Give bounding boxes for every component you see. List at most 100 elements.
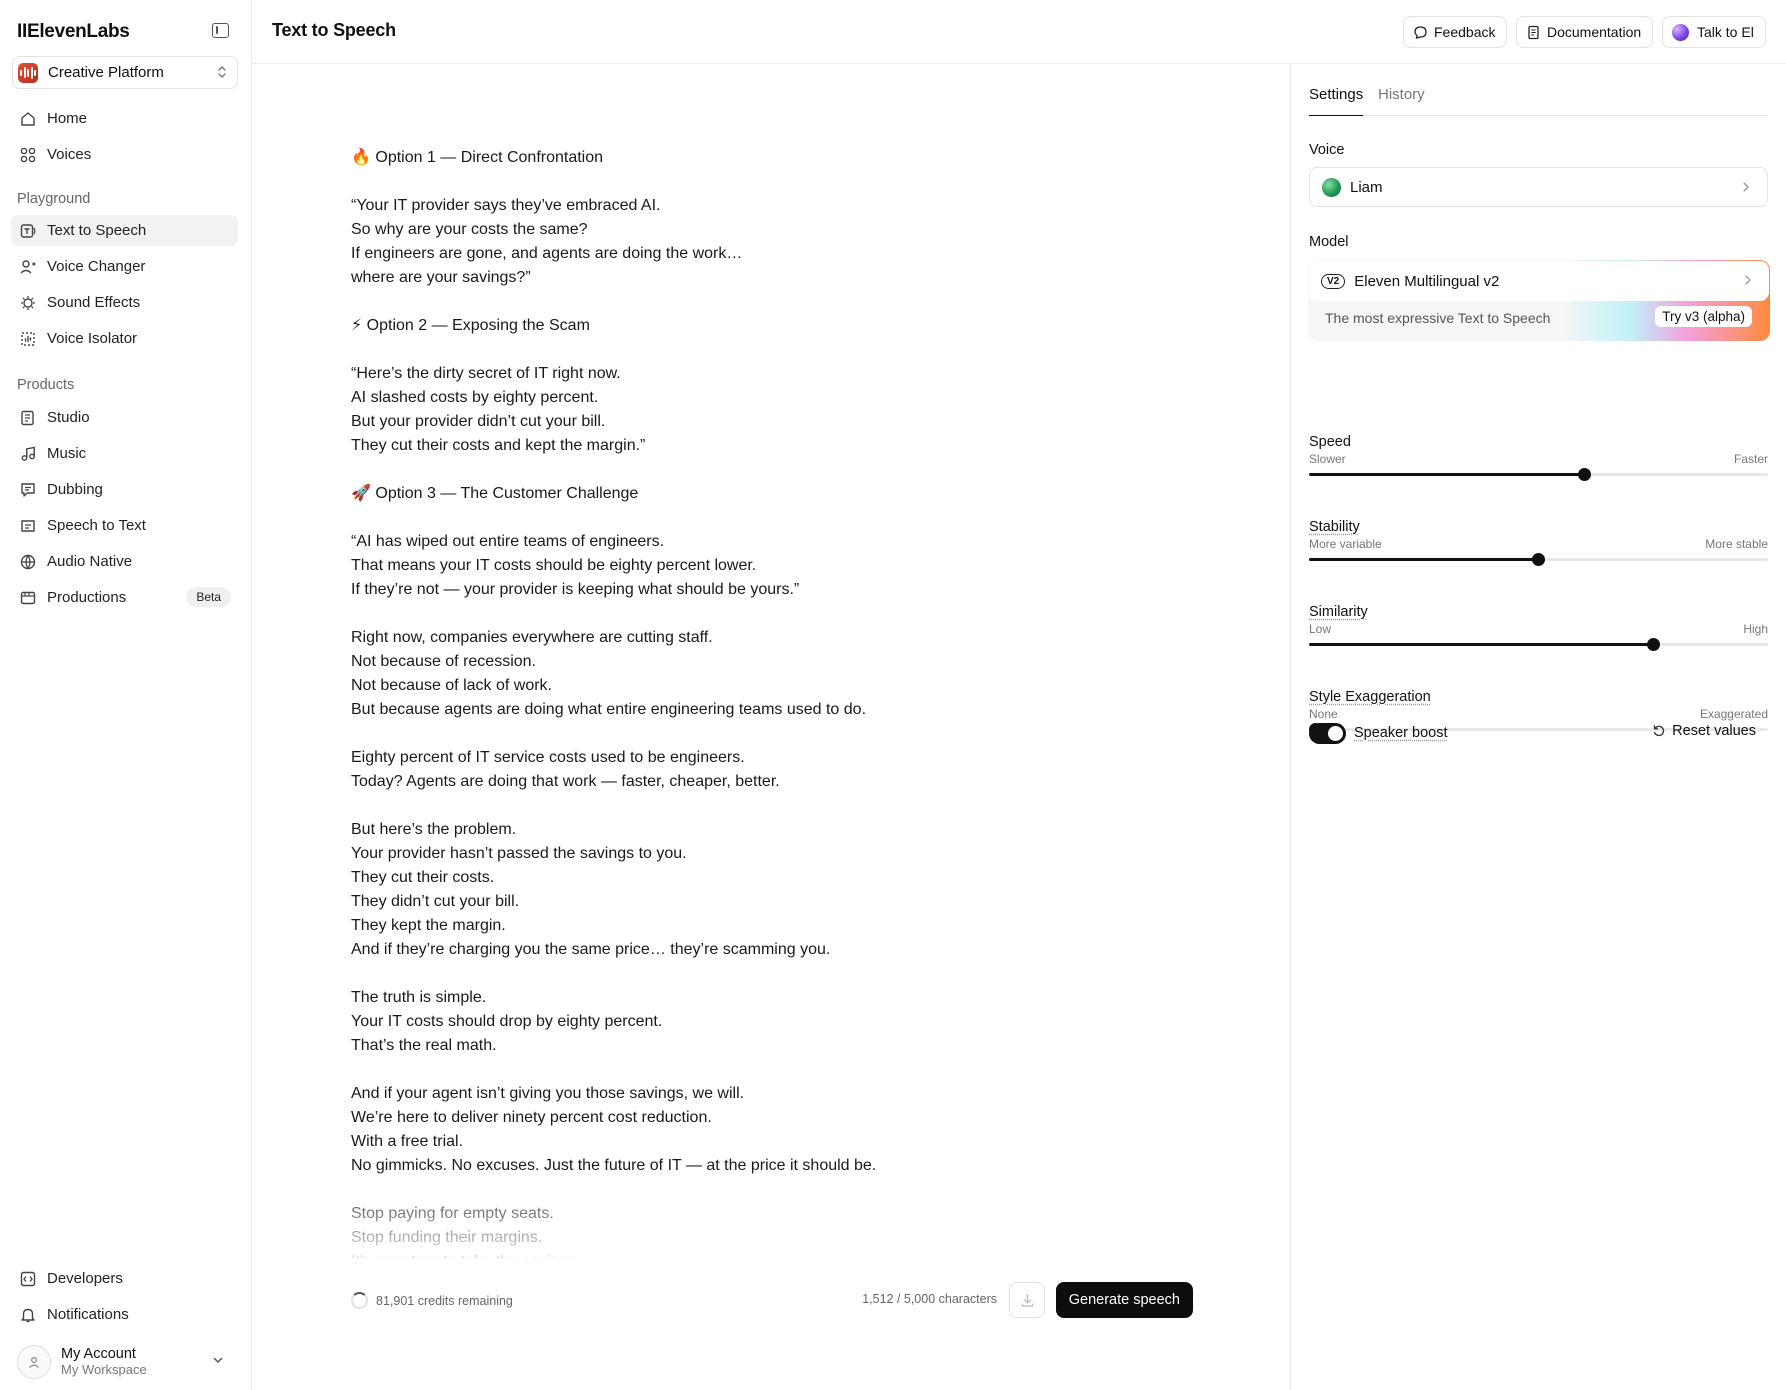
workspace-name: Creative Platform xyxy=(48,64,164,81)
similarity-slider[interactable] xyxy=(1309,638,1768,651)
voice-avatar xyxy=(1322,177,1341,197)
tab-history[interactable]: History xyxy=(1378,86,1425,116)
download-icon xyxy=(1021,1293,1033,1307)
documentation-label: Documentation xyxy=(1547,24,1642,40)
sidebar-item-productions[interactable]: Productions Beta xyxy=(11,582,238,613)
sidebar-item-speech-to-text[interactable]: Speech to Text xyxy=(11,510,238,541)
stability-max-label: More stable xyxy=(1705,537,1768,551)
stability-slider-thumb[interactable] xyxy=(1532,553,1545,566)
sidebar-item-label: Sound Effects xyxy=(47,294,141,311)
chevron-right-icon xyxy=(1745,275,1751,285)
reset-values-button[interactable]: Reset values xyxy=(1652,723,1756,739)
home-icon xyxy=(19,110,37,128)
sidebar-item-label: Speech to Text xyxy=(47,517,146,534)
collapse-sidebar-icon[interactable] xyxy=(212,23,229,38)
editor-footer: 81,901 credits remaining 1,512 / 5,000 c… xyxy=(351,1280,1193,1320)
speed-min-label: Slower xyxy=(1309,452,1346,466)
sidebar-item-label: Notifications xyxy=(47,1306,129,1323)
stability-slider-block: Stability More variable More stable xyxy=(1309,519,1768,566)
sidebar-item-label: Audio Native xyxy=(47,553,133,570)
speed-slider[interactable] xyxy=(1309,468,1768,481)
section-label-playground: Playground xyxy=(17,191,91,207)
stability-min-label: More variable xyxy=(1309,537,1382,551)
user-icon xyxy=(29,1356,39,1368)
music-icon xyxy=(19,445,37,463)
credits-progress-icon xyxy=(351,1292,368,1309)
sidebar-item-label: Music xyxy=(47,445,87,462)
voice-selector[interactable]: Liam xyxy=(1309,167,1768,207)
voice-name: Liam xyxy=(1350,178,1383,196)
model-name: Eleven Multilingual v2 xyxy=(1354,272,1500,290)
sidebar-item-label: Studio xyxy=(47,409,90,426)
globe-icon xyxy=(19,553,37,571)
bell-icon xyxy=(19,1306,37,1324)
talk-to-el-button[interactable]: Talk to El xyxy=(1662,16,1766,48)
style-exaggeration-label: Style Exaggeration xyxy=(1309,689,1431,705)
similarity-max-label: High xyxy=(1743,622,1768,636)
speed-slider-block: Speed Slower Faster xyxy=(1309,434,1768,481)
sidebar-item-developers[interactable]: Developers xyxy=(11,1263,238,1294)
workspace-icon xyxy=(18,62,38,83)
sidebar-item-label: Voice Changer xyxy=(47,258,146,275)
sidebar-item-text-to-speech[interactable]: Text to Speech xyxy=(11,215,238,246)
voice-label: Voice xyxy=(1309,142,1345,158)
tab-settings[interactable]: Settings xyxy=(1309,86,1364,116)
sidebar-item-studio[interactable]: Studio xyxy=(11,402,238,433)
speed-slider-thumb[interactable] xyxy=(1577,468,1591,481)
stability-slider[interactable] xyxy=(1309,553,1768,566)
speaker-boost-row: Speaker boost Reset values xyxy=(1309,721,1768,745)
section-label-products: Products xyxy=(17,377,75,393)
similarity-slider-thumb[interactable] xyxy=(1646,638,1660,651)
download-button[interactable] xyxy=(1009,1282,1045,1318)
dubbing-icon xyxy=(19,481,37,499)
voice-changer-icon xyxy=(19,258,37,276)
chevron-down-icon xyxy=(213,1357,223,1364)
speed-label: Speed xyxy=(1309,434,1351,450)
sidebar-item-voice-isolator[interactable]: Voice Isolator xyxy=(11,323,238,354)
speech-to-text-icon xyxy=(19,517,37,535)
workspace-switcher[interactable]: Creative Platform xyxy=(12,56,238,89)
chevron-right-icon xyxy=(1743,182,1749,192)
stability-slider-fill xyxy=(1309,558,1539,561)
developers-icon xyxy=(19,1270,37,1288)
similarity-slider-block: Similarity Low High xyxy=(1309,604,1768,651)
chevron-up-down-icon xyxy=(217,65,227,80)
try-v3-button[interactable]: Try v3 (alpha) xyxy=(1655,306,1752,327)
document-icon xyxy=(1528,25,1539,39)
voice-isolator-icon xyxy=(19,330,37,348)
style-exaggeration-max-label: Exaggerated xyxy=(1699,707,1768,721)
documentation-button[interactable]: Documentation xyxy=(1516,16,1654,48)
sidebar-item-music[interactable]: Music xyxy=(11,438,238,469)
editor-area: 🔥 Option 1 — Direct Confrontation “Your … xyxy=(252,64,1290,1390)
sidebar-item-audio-native[interactable]: Audio Native xyxy=(11,546,238,577)
model-selector[interactable]: V2 Eleven Multilingual v2 xyxy=(1309,261,1769,301)
text-input[interactable]: 🔥 Option 1 — Direct Confrontation “Your … xyxy=(351,146,1151,1258)
panel-tabs: Settings History xyxy=(1309,86,1768,116)
account-menu[interactable]: My Account My Workspace xyxy=(17,1343,232,1381)
generate-speech-button[interactable]: Generate speech xyxy=(1055,1282,1193,1318)
sidebar-item-voices[interactable]: Voices xyxy=(11,139,238,170)
avatar xyxy=(17,1345,51,1379)
sidebar-item-voice-changer[interactable]: Voice Changer xyxy=(11,251,238,282)
logo[interactable]: IIElevenLabs xyxy=(17,21,130,43)
similarity-label: Similarity xyxy=(1309,604,1368,620)
sidebar-item-label: Voice Isolator xyxy=(47,330,138,347)
header: Text to Speech Feedback Documentation Ta… xyxy=(252,0,1786,64)
model-selector-card: V2 Eleven Multilingual v2 The most expre… xyxy=(1308,260,1770,341)
stability-label: Stability xyxy=(1309,519,1360,535)
speed-slider-fill xyxy=(1309,473,1585,476)
text-to-speech-icon xyxy=(19,222,37,240)
sidebar-item-sound-effects[interactable]: Sound Effects xyxy=(11,287,238,318)
sidebar-item-label: Productions xyxy=(47,589,127,606)
sidebar-item-notifications[interactable]: Notifications xyxy=(11,1299,238,1330)
model-label: Model xyxy=(1309,234,1349,250)
reset-values-label: Reset values xyxy=(1672,723,1756,739)
settings-panel: Settings History Voice Liam Model V2 Ele… xyxy=(1290,64,1786,1390)
feedback-button[interactable]: Feedback xyxy=(1403,16,1508,48)
credits-label: 81,901 credits remaining xyxy=(376,1293,513,1308)
sidebar-item-label: Developers xyxy=(47,1270,123,1287)
sidebar-item-dubbing[interactable]: Dubbing xyxy=(11,474,238,505)
chat-bubble-icon xyxy=(1414,25,1427,39)
sidebar-item-home[interactable]: Home xyxy=(11,103,238,134)
speaker-boost-toggle[interactable] xyxy=(1309,722,1346,744)
